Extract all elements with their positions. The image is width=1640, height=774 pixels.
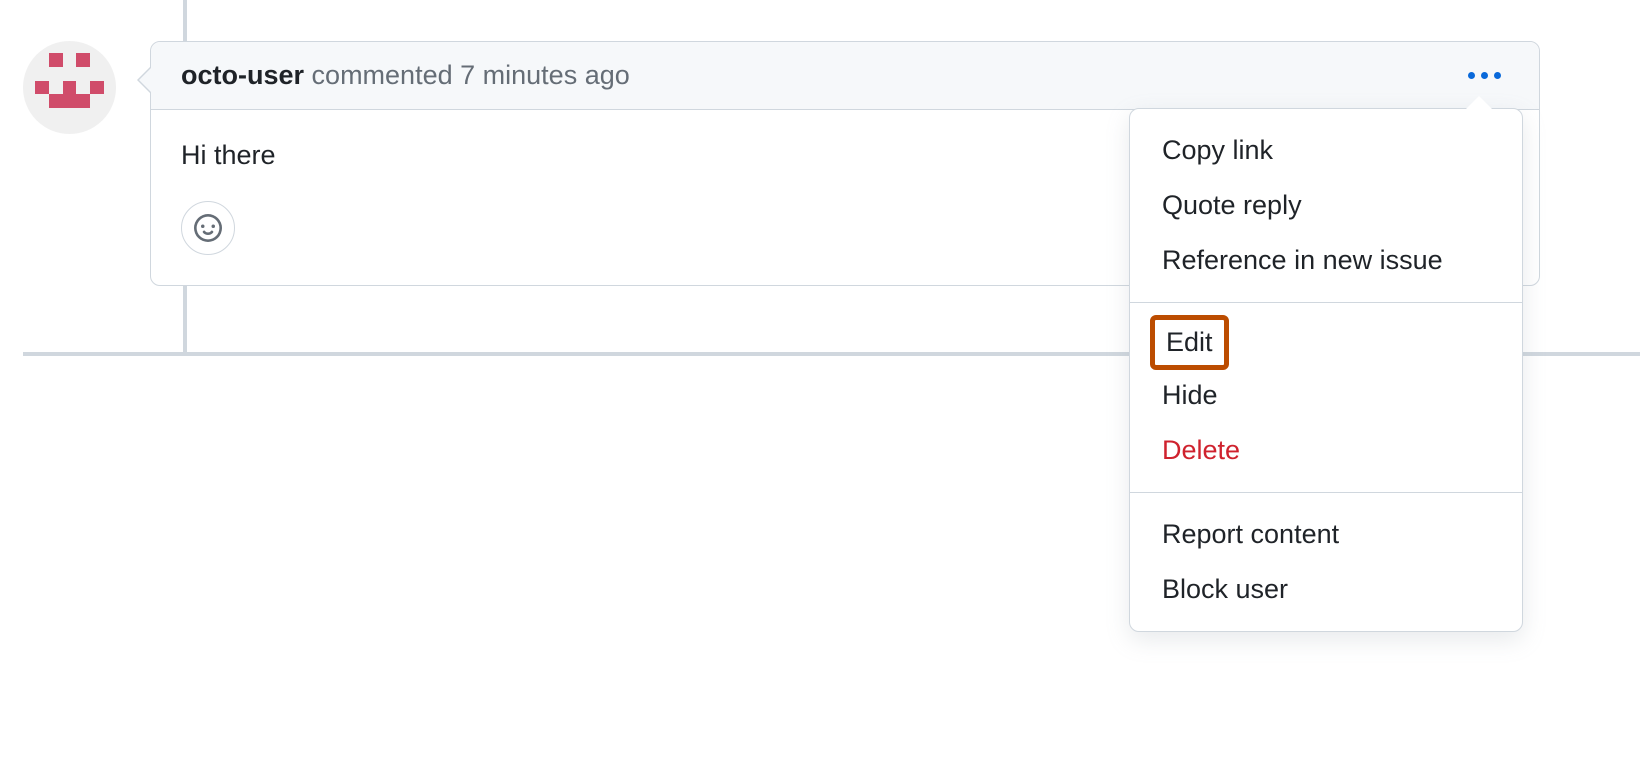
menu-item-copy-link[interactable]: Copy link	[1130, 123, 1522, 178]
avatar[interactable]	[23, 41, 116, 134]
kebab-icon	[1481, 72, 1488, 79]
menu-item-edit[interactable]: Edit	[1152, 317, 1227, 368]
comment-action-text: commented	[312, 60, 453, 90]
add-reaction-button[interactable]	[181, 201, 235, 255]
kebab-menu-button[interactable]	[1460, 64, 1509, 87]
smiley-icon	[194, 214, 222, 242]
kebab-icon	[1494, 72, 1501, 79]
menu-item-report-content[interactable]: Report content	[1130, 507, 1522, 562]
comment-header-text: octo-user commented 7 minutes ago	[181, 60, 630, 91]
menu-item-hide[interactable]: Hide	[1130, 368, 1522, 423]
comment-actions-menu: Copy link Quote reply Reference in new i…	[1129, 108, 1523, 632]
menu-item-block-user[interactable]: Block user	[1130, 562, 1522, 617]
menu-item-quote-reply[interactable]: Quote reply	[1130, 178, 1522, 233]
menu-item-reference-issue[interactable]: Reference in new issue	[1130, 233, 1522, 288]
comment-timestamp[interactable]: 7 minutes ago	[460, 60, 630, 90]
comment-header: octo-user commented 7 minutes ago	[151, 42, 1539, 110]
kebab-icon	[1468, 72, 1475, 79]
menu-item-delete[interactable]: Delete	[1130, 423, 1522, 478]
comment-author-link[interactable]: octo-user	[181, 60, 304, 90]
